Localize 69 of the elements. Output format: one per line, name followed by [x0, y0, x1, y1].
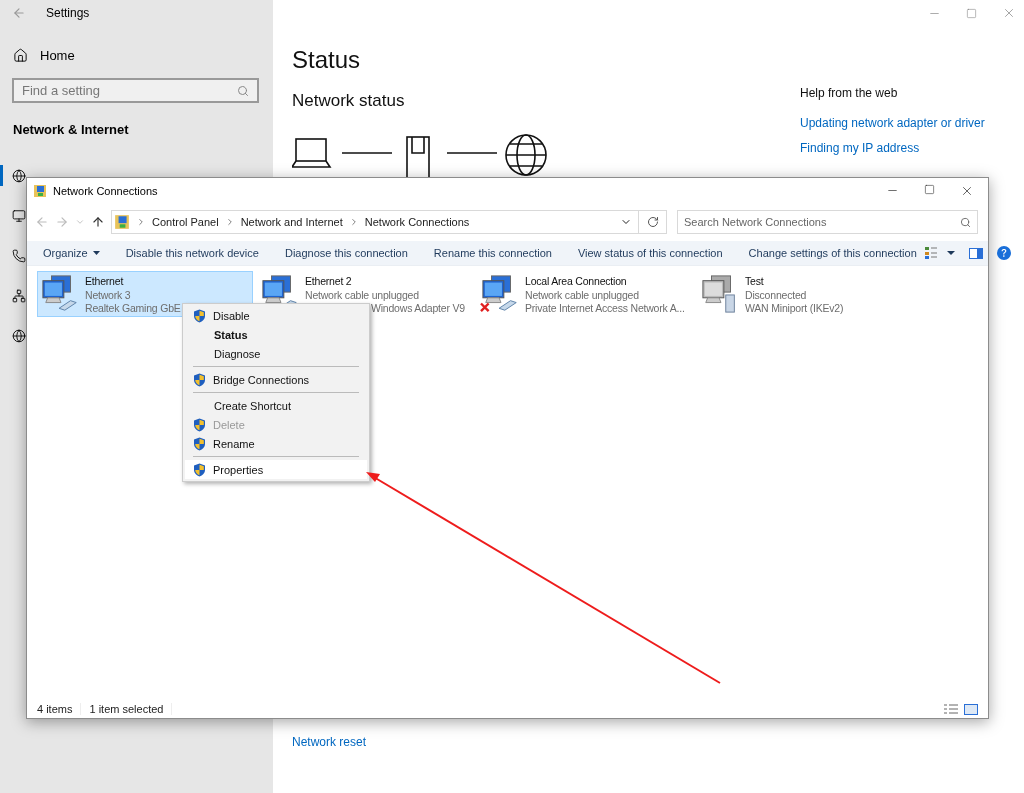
- command-button[interactable]: Disable this network device: [117, 240, 267, 266]
- refresh-button[interactable]: [639, 210, 667, 234]
- globe-icon[interactable]: [12, 328, 26, 343]
- home-link[interactable]: Home: [40, 48, 75, 63]
- menu-item[interactable]: Properties: [185, 460, 367, 479]
- large-icons-view-icon[interactable]: [964, 703, 978, 715]
- phone-icon[interactable]: [12, 248, 26, 263]
- connection-detail: Windows Adapter V9: [371, 302, 465, 316]
- connection-item[interactable]: Local Area Connection Network cable unplugged Private Internet Access Network A...: [477, 271, 693, 317]
- menu-item[interactable]: Diagnose: [185, 344, 367, 363]
- connection-item[interactable]: Test Disconnected WAN Miniport (IKEv2): [697, 271, 913, 317]
- breadcrumb-item[interactable]: Network Connections: [364, 216, 470, 228]
- shield-icon: [193, 436, 206, 451]
- app-title: Settings: [46, 6, 90, 20]
- page-heading: Status: [292, 46, 362, 74]
- shield-icon: [193, 308, 206, 323]
- menu-item[interactable]: Create Shortcut: [185, 396, 367, 415]
- connection-detail: Network cable unplugged: [305, 288, 420, 302]
- status-text: 4 items: [37, 703, 82, 715]
- address-bar[interactable]: Control Panel Network and Internet Network Connections: [111, 210, 639, 234]
- help-icon[interactable]: [996, 246, 1011, 260]
- connection-name: Ethernet 2: [305, 275, 353, 289]
- menu-item[interactable]: Bridge Connections: [185, 370, 367, 389]
- menu-item[interactable]: Rename: [185, 434, 367, 453]
- connection-detail: Network 3: [85, 288, 132, 302]
- search-field[interactable]: Find a setting: [12, 78, 259, 103]
- organize-menu[interactable]: Organize: [35, 240, 108, 266]
- preview-pane-icon[interactable]: [968, 247, 983, 259]
- connection-detail: Private Internet Access Network A...: [525, 302, 685, 316]
- network-icon[interactable]: [12, 288, 26, 303]
- command-button[interactable]: Rename this connection: [425, 240, 560, 266]
- breadcrumb-item[interactable]: Network and Internet: [240, 216, 343, 228]
- connection-name: Local Area Connection: [525, 275, 628, 289]
- connection-detail: Network cable unplugged: [525, 288, 640, 302]
- refresh-icon: [646, 216, 659, 228]
- up-icon[interactable]: [91, 215, 105, 229]
- shield-icon: [193, 372, 206, 387]
- maximize-icon[interactable]: [924, 183, 935, 195]
- network-folder-icon: [114, 214, 130, 230]
- command-button[interactable]: View status of this connection: [569, 240, 731, 266]
- shield-icon: [193, 417, 206, 432]
- connection-name: Ethernet: [85, 275, 125, 289]
- home-icon[interactable]: [13, 48, 28, 63]
- status-text: 1 item selected: [89, 703, 173, 715]
- breadcrumb-item[interactable]: Control Panel: [152, 216, 219, 228]
- search-icon: [960, 216, 971, 228]
- connection-detail: Disconnected: [745, 288, 808, 302]
- help-link[interactable]: Finding my IP address: [800, 141, 1024, 155]
- section-heading: Network status: [292, 91, 406, 111]
- connection-detail: WAN Miniport (IKEv2): [745, 302, 844, 316]
- connection-detail: Realtek Gaming GbE: [85, 302, 181, 316]
- menu-item[interactable]: Status: [185, 325, 367, 344]
- search-icon: [237, 84, 249, 97]
- globe-icon[interactable]: [12, 168, 26, 183]
- network-folder-icon: [33, 183, 47, 198]
- chevron-icon: [136, 217, 146, 227]
- help-title: Help from the web: [800, 86, 899, 100]
- window-title: Network Connections: [53, 184, 158, 197]
- help-link[interactable]: Updating network adapter or driver: [800, 116, 1024, 130]
- connection-name: Test: [745, 275, 765, 289]
- monitor-icon[interactable]: [12, 208, 26, 223]
- shield-icon: [193, 462, 206, 477]
- search-field[interactable]: Search Network Connections: [677, 210, 978, 234]
- caret-icon: [92, 251, 100, 255]
- reset-link[interactable]: Network reset: [292, 735, 800, 749]
- view-options-icon[interactable]: [924, 247, 955, 259]
- command-button[interactable]: Change settings of this connection: [740, 240, 925, 266]
- section-title: Network & Internet: [12, 122, 130, 137]
- command-button[interactable]: Diagnose this connection: [276, 240, 416, 266]
